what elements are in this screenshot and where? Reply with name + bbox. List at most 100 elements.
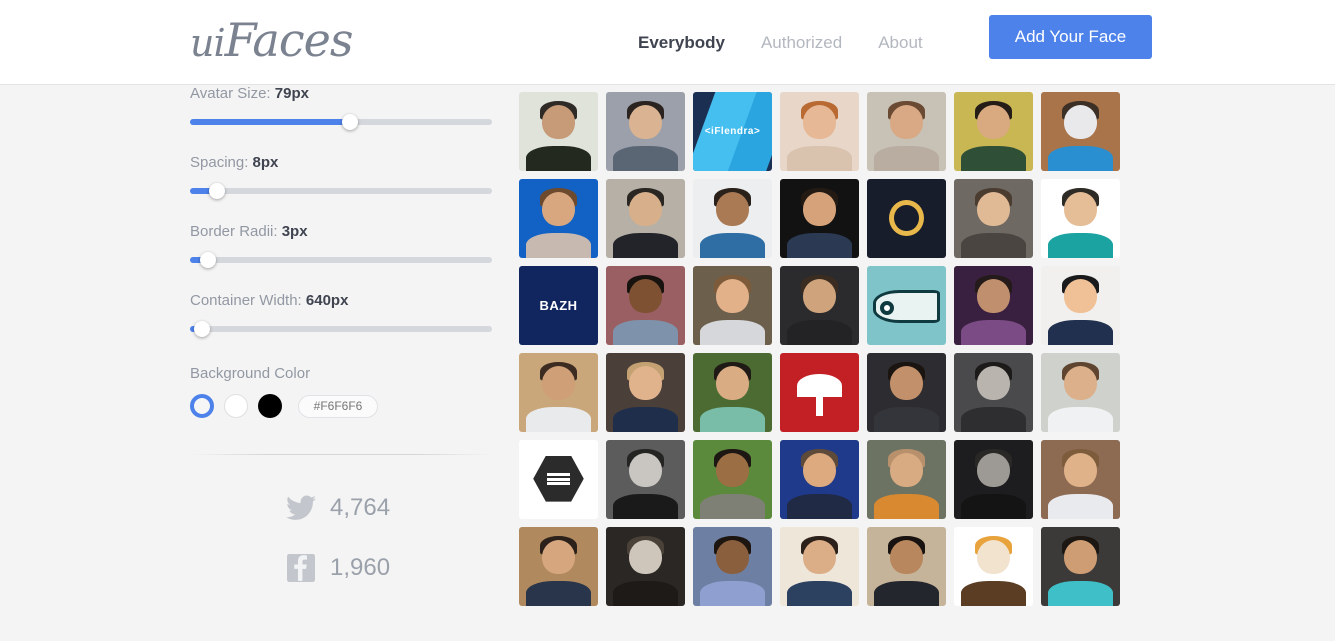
avatar-bearded-sunglasses[interactable] (519, 92, 598, 171)
avatar-hexagon-logo[interactable] (519, 440, 598, 519)
control-avatar-size: Avatar Size: 79px (190, 85, 492, 130)
swatch-black[interactable] (258, 394, 282, 418)
avatar-size-value: 79px (274, 85, 309, 102)
container-width-label-text: Container Width: (190, 292, 306, 309)
settings-sidebar: Avatar Size: 79px Spacing: 8px Border Ra… (190, 85, 492, 605)
facebook-count: 1,960 (330, 554, 391, 581)
avatar-man-green-jacket[interactable] (954, 92, 1033, 171)
avatar-man-teal-shirt[interactable] (1041, 527, 1120, 606)
avatar-cartoon-man-white[interactable] (1041, 266, 1120, 345)
avatar-fish-illustration[interactable] (867, 266, 946, 345)
add-your-face-button[interactable]: Add Your Face (989, 15, 1152, 59)
avatar-smiling-man-suit[interactable] (693, 266, 772, 345)
avatar-astronaut-helmet[interactable] (1041, 92, 1120, 171)
facebook-icon (286, 553, 316, 583)
avatar-blond-smiling-man[interactable] (606, 353, 685, 432)
nav-item-everybody[interactable]: Everybody (620, 33, 743, 53)
avatar-tile-label: BAZH (539, 298, 578, 313)
spacing-value: 8px (252, 154, 279, 171)
laurel-wreath-icon (889, 199, 924, 236)
twitter-stat[interactable]: 4,764 (286, 485, 492, 531)
nav-item-authorized[interactable]: Authorized (743, 33, 860, 53)
avatar-umbrella-logo[interactable] (780, 353, 859, 432)
avatar-man-blue-cap[interactable] (780, 440, 859, 519)
slider-track (190, 257, 492, 263)
logo-text-faces: Faces (224, 13, 354, 67)
slider-thumb[interactable] (342, 114, 359, 130)
border-radii-value: 3px (281, 223, 308, 240)
border-radii-slider[interactable] (190, 252, 492, 268)
avatar-bw-man-dark[interactable] (954, 440, 1033, 519)
avatar-grid-container: <iFlendra> BAZH (519, 92, 1159, 606)
control-container-width: Container Width: 640px (190, 292, 492, 337)
avatar-standing-full-body[interactable] (606, 179, 685, 258)
avatar-man-dark-suit[interactable] (867, 353, 946, 432)
slider-thumb[interactable] (209, 183, 226, 199)
avatar-man-dark-background[interactable] (780, 266, 859, 345)
border-radii-label-text: Border Radii: (190, 223, 282, 240)
avatar-bw-bearded-glasses[interactable] (606, 527, 685, 606)
avatar-man-purple-light[interactable] (954, 266, 1033, 345)
control-border-radii: Border Radii: 3px (190, 223, 492, 268)
control-spacing: Spacing: 8px (190, 154, 492, 199)
spacing-slider[interactable] (190, 183, 492, 199)
avatar-man-white-shirt-street[interactable] (1041, 440, 1120, 519)
avatar-man-arms-crossed[interactable] (606, 266, 685, 345)
avatar-bw-laughing-man[interactable] (606, 440, 685, 519)
background-color-control: Background Color (190, 365, 492, 418)
avatar-size-slider[interactable] (190, 114, 492, 130)
slider-thumb[interactable] (194, 321, 211, 337)
avatar-man-lab-coat[interactable] (1041, 353, 1120, 432)
main-navigation: Everybody Authorized About (620, 0, 941, 85)
container-width-slider[interactable] (190, 321, 492, 337)
avatar-tile-label: <iFlendra> (704, 126, 761, 137)
avatar-laurel-wreath-logo[interactable] (867, 179, 946, 258)
avatar-young-man-tank-top[interactable] (693, 179, 772, 258)
logo-text-ui: ui (190, 21, 226, 65)
background-color-label: Background Color (190, 365, 311, 382)
avatar-man-sunglasses-outdoor[interactable] (519, 353, 598, 432)
swatch-white[interactable] (224, 394, 248, 418)
avatar-man-wood-background[interactable] (519, 527, 598, 606)
swatch-row (190, 394, 492, 418)
slider-track (190, 326, 492, 332)
site-header: uiFaces Everybody Authorized About Add Y… (0, 0, 1335, 85)
hex-color-input[interactable] (298, 394, 378, 418)
container-width-value: 640px (305, 292, 349, 309)
avatar-grid: <iFlendra> BAZH (519, 92, 1159, 606)
facebook-stat[interactable]: 1,960 (286, 545, 492, 591)
avatar-man-glasses-green[interactable] (693, 440, 772, 519)
avatar-young-man-suit[interactable] (606, 92, 685, 171)
spacing-label-text: Spacing: (190, 154, 253, 171)
avatar-bald-man-outdoor[interactable] (867, 440, 946, 519)
avatar-man-glasses-thinking[interactable] (954, 179, 1033, 258)
avatar-woman-antlers[interactable] (780, 527, 859, 606)
avatar-man-sunglasses-forest[interactable] (693, 353, 772, 432)
avatar-man-circle-crop[interactable] (780, 179, 859, 258)
sidebar-divider (190, 454, 492, 455)
main-content: Avatar Size: 79px Spacing: 8px Border Ra… (0, 85, 1335, 641)
avatar-man-blue-backdrop[interactable] (519, 179, 598, 258)
avatar-bw-portrait-curly[interactable] (954, 353, 1033, 432)
border-radii-label: Border Radii: 3px (190, 223, 492, 240)
site-logo[interactable]: uiFaces (190, 10, 354, 73)
avatar-excited-face[interactable] (780, 92, 859, 171)
nav-item-about[interactable]: About (860, 33, 940, 53)
container-width-label: Container Width: 640px (190, 292, 492, 309)
slider-fill (190, 119, 351, 125)
avatar-donald-duck-cartoon[interactable] (954, 527, 1033, 606)
hexagon-icon (533, 455, 584, 502)
avatar-young-man-smiling-wall[interactable] (867, 527, 946, 606)
twitter-icon (286, 493, 316, 523)
avatar-smiling-man-shirt[interactable] (867, 92, 946, 171)
avatar-two-men-thinking[interactable] (693, 527, 772, 606)
slider-track (190, 188, 492, 194)
avatar-cartoon-man-teal-shirt[interactable] (1041, 179, 1120, 258)
spacing-label: Spacing: 8px (190, 154, 492, 171)
twitter-count: 4,764 (330, 494, 391, 521)
slider-thumb[interactable] (200, 252, 217, 268)
social-stats: 4,764 1,960 (190, 485, 492, 591)
avatar-iflendra-logo[interactable]: <iFlendra> (693, 92, 772, 171)
swatch-selected[interactable] (190, 394, 214, 418)
avatar-bazh-logo[interactable]: BAZH (519, 266, 598, 345)
